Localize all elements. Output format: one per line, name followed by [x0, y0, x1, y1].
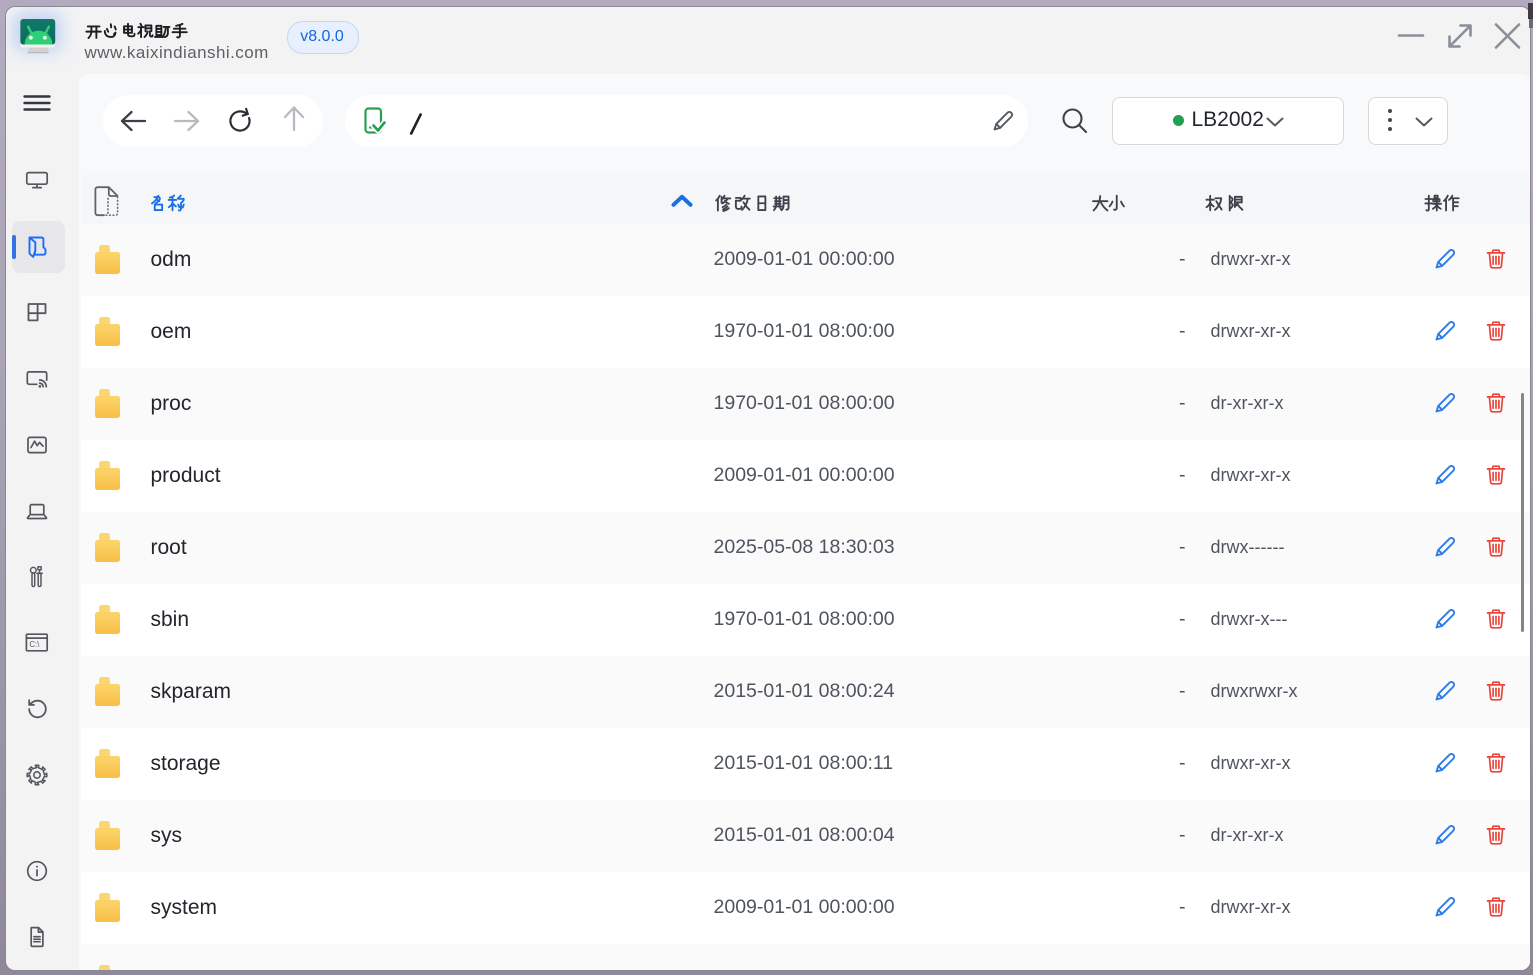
svg-text:C:\: C:\ — [29, 640, 40, 649]
